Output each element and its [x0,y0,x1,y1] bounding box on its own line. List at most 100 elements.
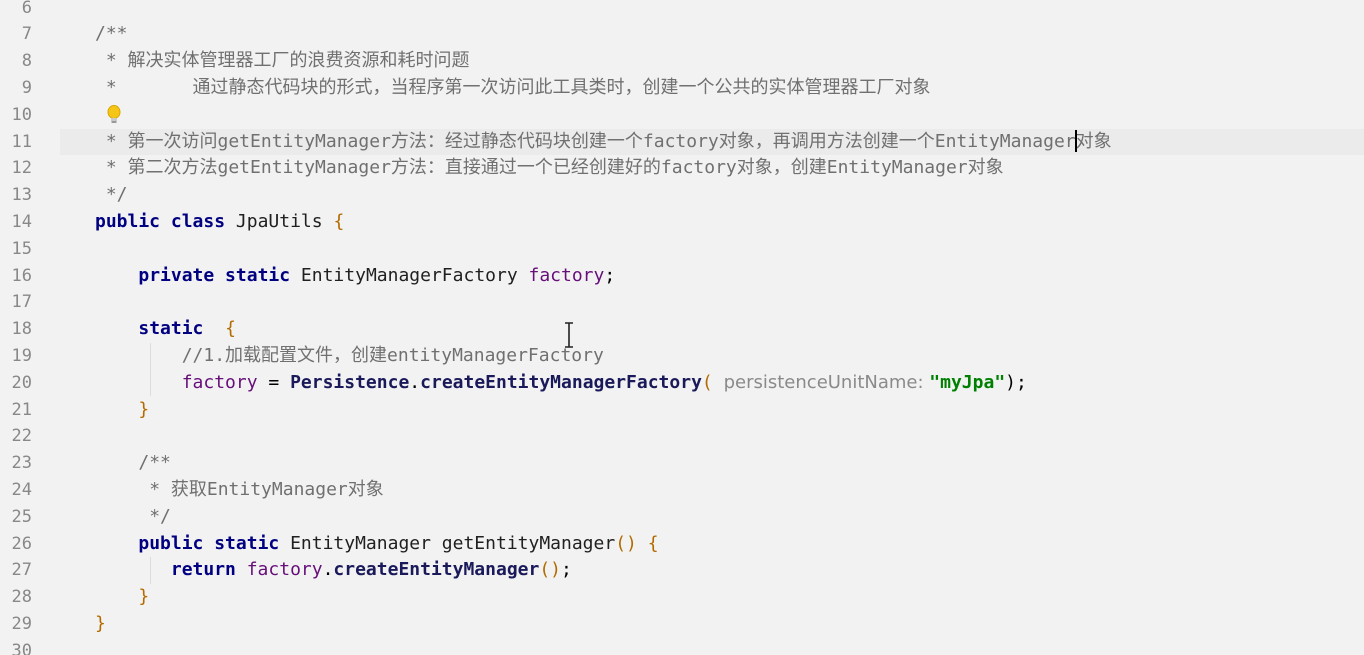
code-token: * 第二次方法getEntityManager方法：直接通过一个已经创建好的fa… [95,157,1004,179]
line-number: 18 [11,319,32,340]
line-number: 7 [21,24,32,45]
code-line[interactable]: //1.加载配置文件，创建entityManagerFactory [95,343,604,370]
code-token: EntityManagerFactory [300,264,529,286]
code-line[interactable]: static { [95,316,236,343]
code-token: { [225,318,236,340]
line-number: 19 [11,345,32,366]
line-number: 23 [11,453,32,474]
line-number: 15 [11,238,32,259]
line-number: 11 [11,131,32,152]
code-token: } [138,586,150,608]
line-number: 6 [21,0,32,18]
code-token: static [138,318,226,340]
line-number: 22 [11,426,32,447]
code-token: * 通过静态代码块的形式，当程序第一次访问此工具类时，创建一个公共的实体管理器工… [95,76,931,98]
code-token: */ [138,505,171,527]
code-line[interactable]: } [95,397,149,424]
code-token: } [95,612,106,634]
code-token: . [322,559,334,581]
code-token: /** [95,23,128,45]
code-token: private static [138,264,301,286]
line-number: 25 [11,506,32,527]
line-number: 26 [11,533,32,554]
line-number: 24 [11,479,32,500]
code-line[interactable]: * 通过静态代码块的形式，当程序第一次访问此工具类时，创建一个公共的实体管理器工… [95,75,931,102]
code-line[interactable]: } [95,584,149,611]
code-line[interactable]: /** [95,450,171,477]
line-number: 30 [11,640,32,655]
code-token: //1.加载配置文件，创建entityManagerFactory [181,344,604,366]
code-token: getEntityManager [441,532,616,554]
code-token: Persistence [290,371,410,393]
indent-guide [150,557,151,585]
code-token: ( [701,371,724,393]
code-token: return [170,559,247,581]
code-token: factory [528,264,605,286]
line-number: 28 [11,587,32,608]
line-number: 17 [11,292,32,313]
code-line[interactable]: * 获取EntityManager对象 [95,477,384,504]
code-line[interactable]: * 第一次访问getEntityManager方法：经过静态代码块创建一个fac… [95,129,1112,156]
code-token: ; [561,559,572,581]
line-number: 14 [11,211,32,232]
code-token: factory [181,371,258,393]
code-token: createEntityManagerFactory [420,371,702,393]
code-token: EntityManager [290,532,442,554]
line-number: 16 [11,265,32,286]
code-line[interactable]: * 第二次方法getEntityManager方法：直接通过一个已经创建好的fa… [95,155,1004,182]
line-number: 13 [11,185,32,206]
line-number: 21 [11,399,32,420]
code-token: * 获取EntityManager对象 [138,478,384,500]
code-editor[interactable]: 6 7 8 9 10 11 12 13 14 15 16 17 18 19 20 21 22 23 24 25 26 27… [0,0,1364,655]
code-token: { [333,210,345,232]
code-token: = [257,371,291,393]
text-caret [1075,130,1077,152]
code-token: } [138,398,150,420]
code-line[interactable]: public class JpaUtils { [95,209,344,236]
code-line[interactable]: factory = Persistence.createEntityManage… [95,370,1027,397]
line-number: 10 [11,104,32,125]
code-line[interactable]: */ [95,182,128,209]
code-token: ; [604,264,616,286]
line-number: 20 [11,372,32,393]
code-token: JpaUtils [235,210,334,232]
code-token: persistenceUnitName: [723,371,930,393]
code-token: "myJpa" [929,371,1006,393]
line-number: 8 [21,51,32,72]
code-token: () [615,532,648,554]
code-token: factory [246,559,323,581]
code-line[interactable]: public static EntityManager getEntityMan… [95,531,659,558]
code-token: /** [138,452,171,474]
line-number: 27 [11,560,32,581]
code-token: createEntityManager [333,559,540,581]
code-token: () [539,559,562,581]
line-number: 12 [11,158,32,179]
indent-guide [150,342,151,397]
code-token: * 第一次访问getEntityManager方法：经过静态代码块创建一个fac… [95,130,1112,152]
code-token: ); [1005,371,1027,393]
code-token: */ [95,184,128,206]
code-line[interactable]: private static EntityManagerFactory fact… [95,263,615,290]
code-line[interactable]: return factory.createEntityManager(); [95,557,572,584]
code-token: . [409,371,421,393]
line-number: 29 [11,613,32,634]
code-token: * 解决实体管理器工厂的浪费资源和耗时问题 [95,50,470,72]
code-line[interactable]: /** [95,21,128,48]
line-number-gutter: 6 7 8 9 10 11 12 13 14 15 16 17 18 19 20 21 22 23 24 25 26 27… [0,0,60,655]
code-line[interactable]: * 解决实体管理器工厂的浪费资源和耗时问题 [95,48,470,75]
lightbulb-icon[interactable] [106,105,122,125]
code-token: { [647,532,659,554]
code-line[interactable]: } [95,611,106,638]
code-line[interactable]: */ [95,504,171,531]
